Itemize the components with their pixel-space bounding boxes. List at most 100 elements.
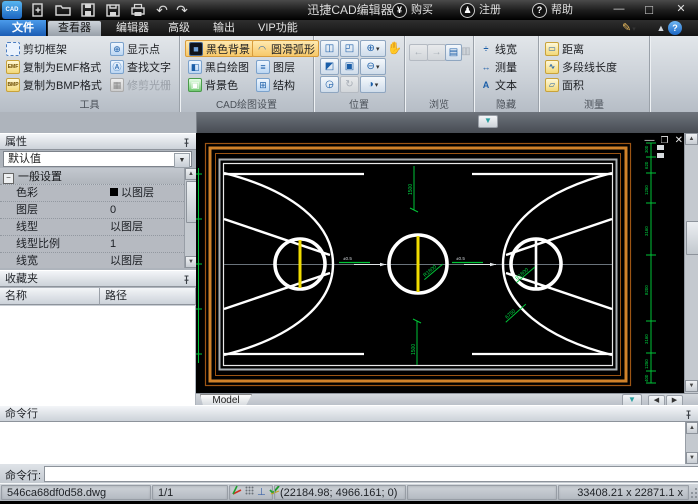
undo-button[interactable]: ↶ — [152, 2, 172, 18]
polyline-length-button[interactable]: ∿ 多段线长度 — [545, 59, 617, 74]
help-button[interactable]: ? 帮助 — [532, 0, 573, 20]
minimize-button[interactable]: — — [606, 0, 632, 20]
copy-emf-button[interactable]: EMF 复制为EMF格式 — [6, 59, 101, 74]
property-row-color[interactable]: 色彩 以图层 — [0, 185, 184, 202]
trim-raster-icon: ▦ — [110, 78, 124, 92]
command-history[interactable]: ▲ ▼ — [0, 422, 698, 465]
bw-drawing-button[interactable]: ◧ 黑白绘图 — [188, 59, 249, 74]
status-sheet: 1/1 — [152, 485, 228, 500]
dim-label: ±0.5 — [456, 256, 465, 261]
scroll-up-icon[interactable]: ▲ — [685, 133, 698, 145]
menu-tab-advanced[interactable]: 高级 — [158, 21, 200, 36]
mdi-minimize-icon[interactable]: — — [645, 135, 655, 146]
ortho-toggle-icon[interactable]: ⊥ — [257, 485, 266, 500]
favorites-col-path[interactable]: 路径 — [100, 288, 196, 305]
window-list-dropdown-icon[interactable]: ▼ — [478, 115, 498, 128]
zoom-out-icon[interactable]: ⊖▾ — [360, 58, 386, 75]
scroll-up-icon[interactable]: ▲ — [686, 422, 698, 434]
register-button[interactable]: ♟ 注册 — [460, 0, 501, 20]
status-coordinates: (22184.98; 4966.161; 0) — [274, 485, 406, 500]
line-width-button[interactable]: ÷ 线宽 — [480, 41, 517, 56]
menu-tab-output[interactable]: 输出 — [203, 21, 245, 36]
collapse-ribbon-icon[interactable]: ▲ — [654, 21, 668, 35]
ucs-icon[interactable] — [232, 485, 242, 500]
view-3d-icon[interactable]: ◶ — [320, 76, 339, 93]
close-button[interactable]: ✕ — [668, 0, 694, 20]
menu-tab-viewer[interactable]: 查看器 — [48, 21, 101, 36]
chain-dim: 3160 — [644, 226, 649, 236]
smooth-arc-icon: ◠ — [256, 43, 268, 55]
structure-button[interactable]: ⊞ 结构 — [256, 77, 295, 92]
ribbon-group-hide: ÷ 线宽 ↔ 测量 A 文本 隐藏 — [474, 36, 539, 112]
grid-toggle-icon[interactable] — [245, 485, 254, 500]
smooth-arc-toggle[interactable]: ◠ 圆滑弧形 — [252, 40, 319, 57]
properties-header: 属性 — [0, 133, 196, 150]
property-row-layer[interactable]: 图层0 — [0, 202, 184, 219]
menu-tab-editor[interactable]: 编辑器 — [106, 21, 159, 36]
favorites-col-name[interactable]: 名称 — [0, 288, 100, 305]
command-scrollbar[interactable]: ▲ ▼ — [685, 422, 698, 464]
chain-dim: 3160 — [644, 334, 649, 344]
text-toggle-button[interactable]: A 文本 — [480, 77, 517, 92]
status-filename: 546ca68df0d58.dwg — [1, 485, 151, 500]
property-row-lineweight[interactable]: 线宽以图层 — [0, 253, 184, 270]
mdi-window-buttons: — ❐ ✕ — [633, 134, 683, 147]
annotate-pencil-icon[interactable]: ✎▾ — [622, 21, 650, 35]
property-row-linetype[interactable]: 线型以图层 — [0, 219, 184, 236]
layers-button[interactable]: ≡ 图层 — [256, 59, 295, 74]
scroll-down-icon[interactable]: ▼ — [686, 452, 698, 464]
zoom-window-icon[interactable]: ◰ — [340, 40, 359, 57]
copy-bmp-button[interactable]: BMP 复制为BMP格式 — [6, 77, 102, 92]
drawing-canvas[interactable]: 1500 1500 ±0.5 ±0.5 R1800 R1800 6750 — [196, 133, 684, 393]
properties-group-row[interactable]: −一般设置 — [0, 168, 184, 185]
zoom-in-icon[interactable]: ⊕▾ — [360, 40, 386, 57]
view-list-icon: ▥ — [460, 44, 472, 59]
menu-file[interactable]: 文件 — [0, 20, 47, 36]
open-file-button[interactable] — [53, 2, 73, 18]
copy-view-icon[interactable]: ◩ — [320, 58, 339, 75]
group-label-cad-draw: CAD绘图设置 — [180, 96, 313, 111]
find-text-button[interactable]: Ⓐ 查找文字 — [110, 59, 171, 74]
property-row-ltscale[interactable]: 线型比例1 — [0, 236, 184, 253]
chevron-down-icon[interactable]: ▼ — [174, 153, 190, 168]
mdi-restore-icon[interactable]: ❐ — [661, 135, 669, 146]
save-as-button[interactable] — [103, 2, 123, 18]
properties-grid: −一般设置 色彩 以图层 图层0 线型以图层 线型比例1 线宽以图层 ▲ ▼ — [0, 168, 196, 268]
render-mode-icon[interactable]: ◑▾ — [360, 76, 386, 93]
collapse-icon[interactable]: − — [3, 173, 14, 184]
quick-help-icon[interactable]: ? — [668, 21, 682, 35]
print-button[interactable] — [128, 2, 148, 18]
buy-button[interactable]: ¥ 购买 — [392, 0, 433, 20]
mdi-close-icon[interactable]: ✕ — [675, 135, 683, 146]
black-background-toggle[interactable]: ■ 黑色背景 — [185, 40, 254, 57]
distance-button[interactable]: ▭ 距离 — [545, 41, 584, 56]
scroll-thumb[interactable] — [686, 221, 698, 255]
status-spacer — [407, 485, 557, 500]
rotate-view-icon: ↻ — [340, 76, 359, 93]
measure-toggle-button[interactable]: ↔ 测量 — [480, 59, 517, 74]
favorites-list[interactable] — [0, 306, 195, 405]
pan-icon[interactable]: ✋ — [386, 40, 403, 55]
canvas-vscrollbar[interactable]: ▲ ▼ — [684, 133, 698, 393]
command-input[interactable] — [44, 466, 698, 482]
save-button[interactable] — [78, 2, 98, 18]
show-points-button[interactable]: ⊕ 显示点 — [110, 41, 160, 56]
scroll-down-icon[interactable]: ▼ — [685, 380, 698, 392]
background-color-button[interactable]: ▣ 背景色 — [188, 77, 238, 92]
new-file-button[interactable] — [28, 2, 48, 18]
maximize-button[interactable]: □ — [636, 0, 662, 20]
title-bar: CAD ↶ ↷ 迅捷CAD编辑器 ¥ 购买 ♟ 注册 ? 帮助 — — [0, 0, 698, 20]
redo-button[interactable]: ↷ — [172, 2, 192, 18]
stack-windows-icon[interactable]: ◫ — [320, 40, 339, 57]
background-color-icon: ▣ — [188, 78, 202, 92]
ribbon-group-cad-draw: ■ 黑色背景 ◧ 黑白绘图 ▣ 背景色 ◠ 圆滑弧形 ≡ 图层 ⊞ 结构 CAD… — [180, 36, 314, 112]
resize-grip[interactable] — [689, 487, 698, 502]
layers-icon: ≡ — [256, 60, 270, 74]
measure-icon: ↔ — [480, 61, 492, 73]
forward-icon: → — [427, 44, 446, 61]
zoom-extents-icon[interactable]: ▣ — [340, 58, 359, 75]
cut-frame-button[interactable]: 剪切框架 — [6, 41, 67, 56]
properties-preset-select[interactable]: 默认值 ▼ — [3, 151, 192, 167]
area-button[interactable]: ▱ 面积 — [545, 77, 584, 92]
menu-tab-vip[interactable]: VIP功能 — [248, 21, 308, 36]
